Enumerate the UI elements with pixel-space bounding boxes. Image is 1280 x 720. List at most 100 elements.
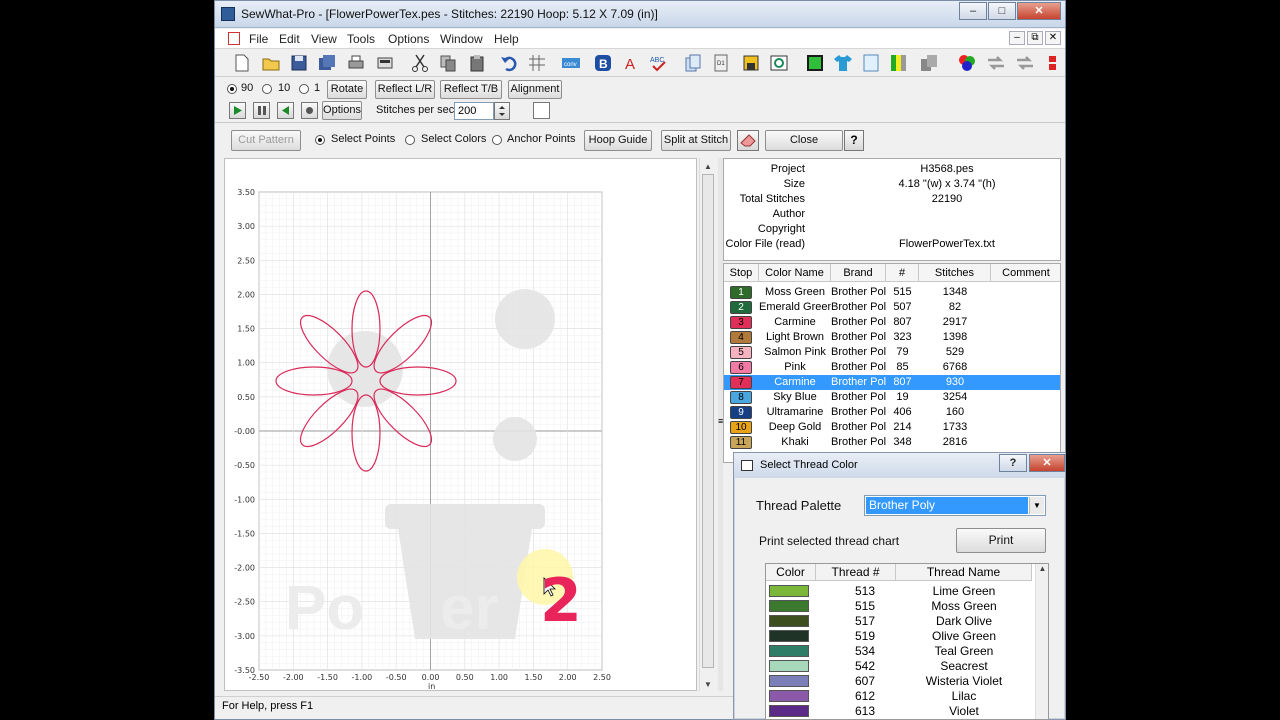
dialog-help-icon[interactable]: ? (999, 454, 1027, 472)
scroll-thumb[interactable] (702, 174, 714, 668)
menu-file[interactable]: File (249, 32, 268, 46)
thread-scroll-up-icon[interactable]: ▲ (1036, 564, 1048, 573)
step-back-icon[interactable] (277, 102, 294, 119)
print-button[interactable]: Print (956, 528, 1046, 553)
cut-pattern-button[interactable]: Cut Pattern (231, 130, 301, 151)
arrange-icon[interactable] (919, 53, 939, 73)
radio-10[interactable] (262, 84, 272, 94)
design-canvas[interactable]: 3.50 3.00 2.50 2.00 1.50 1.00 0.50 -0.00 -0.50 -1… (224, 158, 697, 691)
d1-page-icon[interactable]: D1 (711, 53, 731, 73)
thread-row[interactable]: 517 Dark Olive (766, 614, 1036, 629)
alignment-button[interactable]: Alignment (508, 80, 562, 99)
pages-icon[interactable] (683, 53, 703, 73)
radio-1[interactable] (299, 84, 309, 94)
canvas-scrollbar[interactable]: ▲ ▼ (699, 158, 716, 691)
save-stitch-icon[interactable] (741, 53, 761, 73)
bold-b-icon[interactable]: B (593, 53, 613, 73)
scroll-up-icon[interactable]: ▲ (704, 162, 712, 171)
text-icon[interactable]: A (621, 53, 641, 73)
list-item[interactable]: 6 Pink Brother Poly 85 6768 (724, 360, 1060, 375)
anchor-points-radio[interactable] (492, 135, 502, 145)
pause-icon[interactable] (253, 102, 270, 119)
merge-arrows-icon[interactable] (986, 53, 1006, 73)
help-icon[interactable]: ? (844, 130, 864, 151)
menu-help[interactable]: Help (494, 32, 519, 46)
cut-icon[interactable] (410, 53, 430, 73)
col-color-name[interactable]: Color Name (759, 264, 831, 282)
child-restore-icon[interactable]: ⧉ (1027, 31, 1043, 45)
paste-icon[interactable] (467, 53, 487, 73)
thread-col-number[interactable]: Thread # (816, 564, 896, 581)
print-icon[interactable] (346, 53, 366, 73)
reflect-tb-button[interactable]: Reflect T/B (440, 80, 502, 99)
close-button[interactable]: Close (765, 130, 843, 151)
shirt-icon[interactable] (833, 53, 853, 73)
dialog-close-icon[interactable]: ✕ (1029, 454, 1065, 472)
thread-row[interactable]: 542 Seacrest (766, 659, 1036, 674)
spellcheck-icon[interactable]: ABC (649, 53, 669, 73)
convert-icon[interactable]: conv (561, 53, 581, 73)
col-brand[interactable]: Brand (831, 264, 886, 282)
col-comment[interactable]: Comment (991, 264, 1060, 282)
col-stitches[interactable]: Stitches (919, 264, 991, 282)
list-item[interactable]: 1 Moss Green Brother Poly 515 1348 (724, 285, 1060, 300)
stitches-per-sec-input[interactable]: 200 (454, 102, 494, 120)
menu-edit[interactable]: Edit (279, 32, 300, 46)
stop-icon[interactable] (301, 102, 318, 119)
thread-row[interactable]: 513 Lime Green (766, 584, 1036, 599)
thread-row[interactable]: 515 Moss Green (766, 599, 1036, 614)
reflect-lr-button[interactable]: Reflect L/R (375, 80, 435, 99)
maximize-icon[interactable]: □ (988, 2, 1016, 20)
document-icon[interactable] (228, 32, 240, 45)
list-item[interactable]: 2 Emerald Green Brother Poly 507 82 (724, 300, 1060, 315)
thread-list-scrollbar[interactable]: ▲ (1035, 564, 1048, 719)
col-number[interactable]: # (886, 264, 919, 282)
col-stop[interactable]: Stop (724, 264, 759, 282)
grid-icon[interactable] (527, 53, 547, 73)
list-item[interactable]: 11 Khaki Brother Poly 348 2816 (724, 435, 1060, 450)
speed-checkbox[interactable] (533, 102, 550, 119)
thread-col-color[interactable]: Color (766, 564, 816, 581)
save-all-icon[interactable] (317, 53, 337, 73)
thread-row[interactable]: 613 Violet (766, 704, 1036, 719)
scroll-down-icon[interactable]: ▼ (704, 680, 712, 689)
menu-view[interactable]: View (311, 32, 337, 46)
play-icon[interactable] (229, 102, 246, 119)
thread-palette-select[interactable]: Brother Poly ▼ (864, 495, 1046, 516)
list-item[interactable]: 7 Carmine Brother Poly 807 930 (724, 375, 1060, 390)
eraser-icon[interactable] (737, 130, 759, 151)
swap-arrows-icon[interactable] (1015, 53, 1035, 73)
print-preview-icon[interactable] (375, 53, 395, 73)
thread-row[interactable]: 519 Olive Green (766, 629, 1036, 644)
chevron-down-icon[interactable]: ▼ (1029, 497, 1044, 514)
radio-90[interactable] (227, 84, 237, 94)
colors-palette-icon[interactable] (957, 53, 977, 73)
color-bars-icon[interactable] (889, 53, 909, 73)
new-file-icon[interactable] (232, 53, 252, 73)
close-icon[interactable]: ✕ (1017, 2, 1061, 20)
rotate-button[interactable]: Rotate (327, 80, 367, 99)
refresh-design-icon[interactable] (769, 53, 789, 73)
open-folder-icon[interactable] (261, 53, 281, 73)
child-minimize-icon[interactable]: – (1009, 31, 1025, 45)
select-colors-radio[interactable] (405, 135, 415, 145)
minimize-icon[interactable]: – (959, 2, 987, 20)
list-item[interactable]: 3 Carmine Brother Poly 807 2917 (724, 315, 1060, 330)
list-item[interactable]: 5 Salmon Pink Brother Poly 79 529 (724, 345, 1060, 360)
menu-window[interactable]: Window (440, 32, 483, 46)
red-blocks-icon[interactable] (1047, 53, 1066, 73)
hoop-green-icon[interactable] (805, 53, 825, 73)
menu-tools[interactable]: Tools (347, 32, 375, 46)
thread-row[interactable]: 612 Lilac (766, 689, 1036, 704)
list-item[interactable]: 9 Ultramarine Brother Poly 406 160 (724, 405, 1060, 420)
thread-col-name[interactable]: Thread Name (896, 564, 1032, 581)
list-item[interactable]: 4 Light Brown Brother Poly 323 1398 (724, 330, 1060, 345)
thread-row[interactable]: 607 Wisteria Violet (766, 674, 1036, 689)
copy-icon[interactable] (438, 53, 458, 73)
list-item[interactable]: 10 Deep Gold Brother Poly 214 1733 (724, 420, 1060, 435)
menu-options[interactable]: Options (388, 32, 429, 46)
undo-icon[interactable] (499, 53, 519, 73)
thread-row[interactable]: 534 Teal Green (766, 644, 1036, 659)
list-item[interactable]: 8 Sky Blue Brother Poly 19 3254 (724, 390, 1060, 405)
frame-icon[interactable] (861, 53, 881, 73)
